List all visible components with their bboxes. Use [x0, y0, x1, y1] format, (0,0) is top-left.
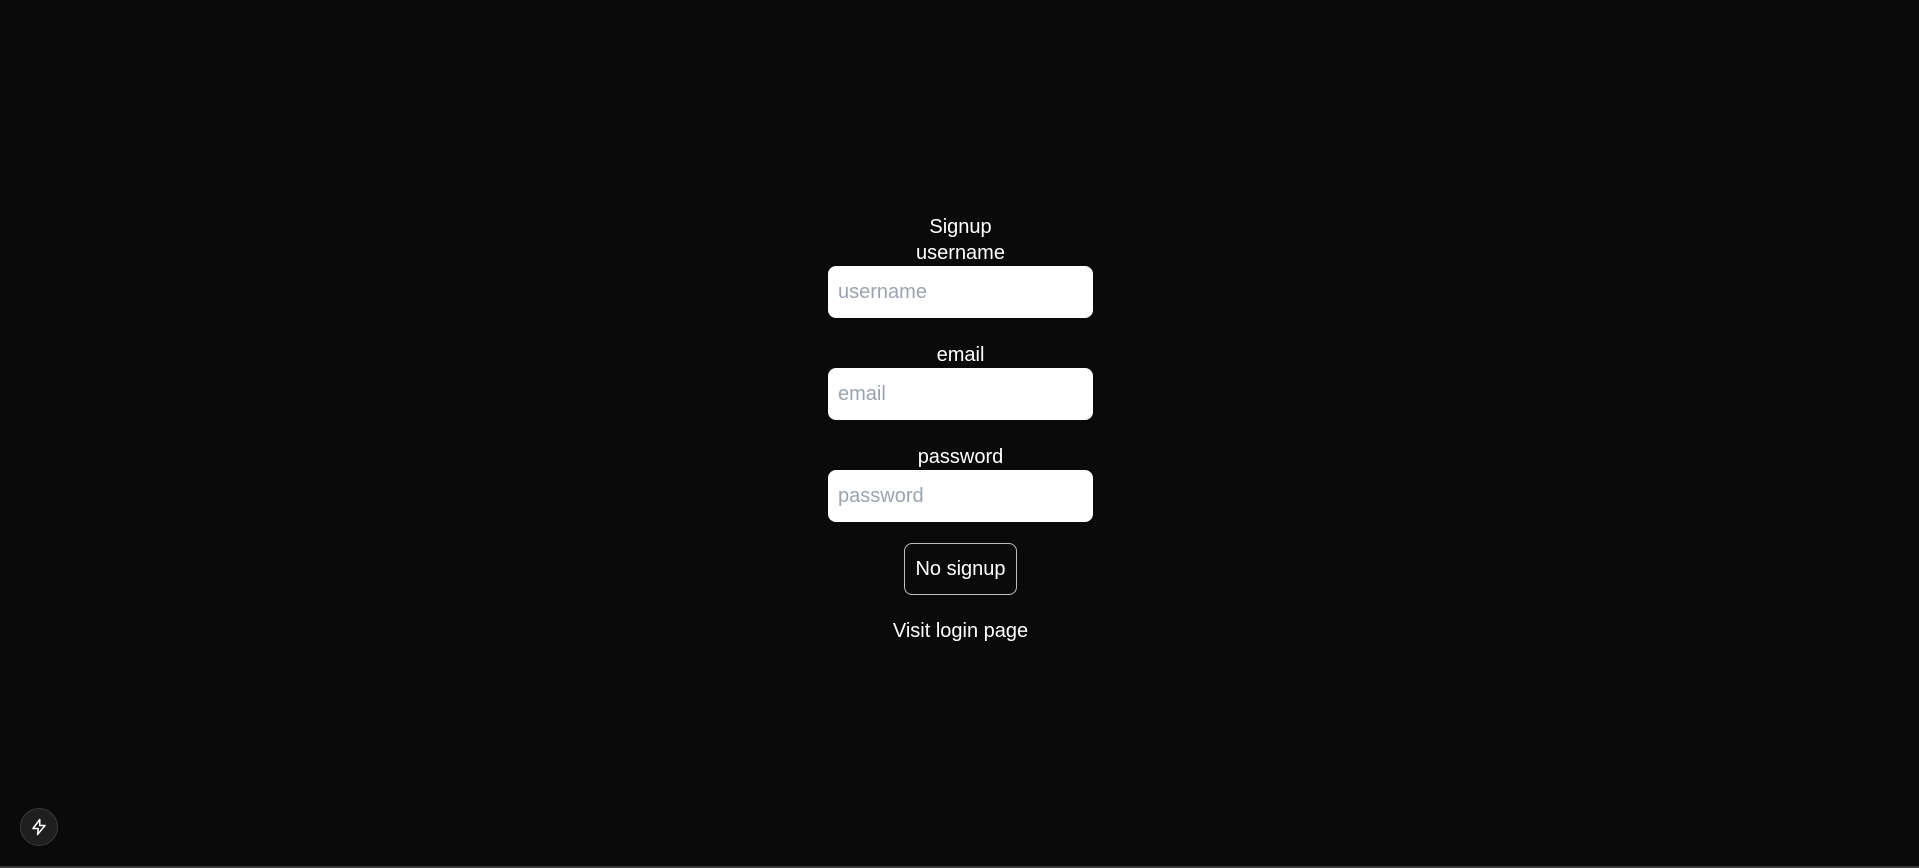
signup-button[interactable]: No signup	[904, 543, 1017, 595]
username-input[interactable]	[828, 266, 1093, 318]
dev-tools-button[interactable]	[20, 808, 58, 846]
password-label: password	[917, 446, 1004, 468]
signup-page: Signup username email password No signup…	[0, 0, 1919, 868]
signup-form: Signup username email password No signup…	[828, 214, 1093, 644]
login-page-link[interactable]: Visit login page	[893, 618, 1028, 644]
username-label: username	[916, 242, 1005, 264]
lightning-bolt-icon	[30, 818, 48, 836]
page-title: Signup	[929, 216, 992, 238]
email-label: email	[936, 344, 985, 366]
password-input[interactable]	[828, 470, 1093, 522]
email-input[interactable]	[828, 368, 1093, 420]
